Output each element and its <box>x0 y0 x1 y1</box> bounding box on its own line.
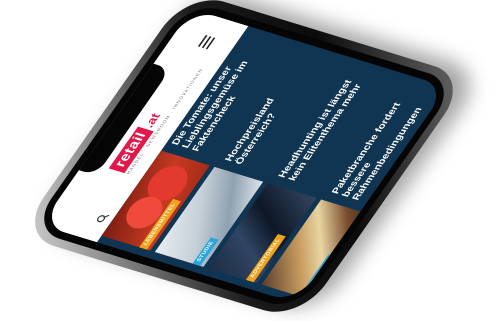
hamburger-menu-icon[interactable] <box>197 34 216 50</box>
smartphone: retail .at HANDEL · NEWSROOM · INNOVATIO… <box>17 0 471 321</box>
search-icon[interactable] <box>94 212 110 225</box>
photo-scene: retail .at HANDEL · NEWSROOM · INNOVATIO… <box>0 0 501 321</box>
